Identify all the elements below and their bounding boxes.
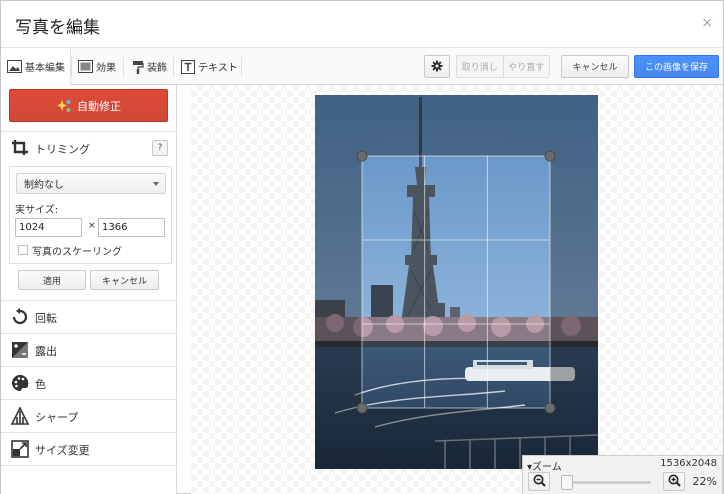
paint-roller-icon <box>132 60 144 74</box>
zoom-slider-thumb[interactable] <box>560 475 573 490</box>
tab-label: 効果 <box>96 63 116 74</box>
exposure-icon <box>10 340 30 360</box>
tab-divider <box>71 57 72 77</box>
section-sharpen[interactable]: シャープ <box>1 400 177 432</box>
zoom-out-icon <box>533 472 546 491</box>
sharpen-icon <box>10 406 30 426</box>
tab-text[interactable]: テキスト <box>181 48 238 85</box>
zoom-panel: ▾ズーム 1536x2048 22% <box>522 455 723 494</box>
photo-editor-window: 写真を編集 × 基本編集 効果 装飾 テキスト 取り消し やり直す キャンセル … <box>0 0 724 494</box>
zoom-slider-track[interactable] <box>561 481 651 484</box>
photo-preview <box>315 95 598 469</box>
effects-icon <box>78 60 93 73</box>
scale-photo-checkbox[interactable] <box>18 245 28 255</box>
section-crop-label: トリミング <box>35 143 90 156</box>
text-icon <box>181 59 195 74</box>
section-label: サイズ変更 <box>35 444 90 457</box>
auto-fix-button[interactable]: 自動修正 <box>9 89 168 122</box>
section-divider <box>1 465 177 466</box>
settings-button[interactable] <box>424 55 450 78</box>
section-color[interactable]: 色 <box>1 367 177 399</box>
tab-label: テキスト <box>198 63 238 74</box>
edit-sidebar: 自動修正 トリミング ? 制約なし 実サイズ: 1024 × 1366 写真のス… <box>1 85 177 494</box>
help-button[interactable]: ? <box>152 140 168 156</box>
tab-divider <box>123 57 124 77</box>
save-image-button[interactable]: この画像を保存 <box>634 55 719 78</box>
auto-fix-label: 自動修正 <box>77 99 121 113</box>
resize-icon <box>10 439 30 459</box>
zoom-in-button[interactable] <box>663 472 685 491</box>
image-dimensions: 1536x2048 <box>660 458 717 469</box>
tab-divider <box>173 57 174 77</box>
actual-size-label: 実サイズ: <box>15 205 59 216</box>
undo-redo-group: 取り消し やり直す <box>456 55 550 78</box>
section-label: 色 <box>35 378 46 391</box>
chevron-down-icon <box>153 182 159 186</box>
section-label: 回転 <box>35 312 57 325</box>
photo-icon <box>7 60 22 73</box>
undo-button[interactable]: 取り消し <box>457 56 503 77</box>
aspect-ratio-select[interactable]: 制約なし <box>16 173 166 194</box>
tab-effects[interactable]: 効果 <box>78 48 116 85</box>
section-resize[interactable]: サイズ変更 <box>1 433 177 465</box>
tab-label: 基本編集 <box>25 63 65 74</box>
tab-label: 装飾 <box>147 63 167 74</box>
editor-header: 写真を編集 × <box>1 1 723 47</box>
section-crop[interactable]: トリミング <box>1 132 177 164</box>
section-label: シャープ <box>35 411 79 424</box>
apply-button[interactable]: 適用 <box>18 270 86 290</box>
tab-divider <box>241 57 242 77</box>
sparkle-icon <box>56 99 72 113</box>
tab-decorate[interactable]: 装飾 <box>132 48 167 85</box>
crop-cancel-button[interactable]: キャンセル <box>90 270 159 290</box>
times-symbol: × <box>88 221 96 231</box>
crop-settings-panel: 制約なし 実サイズ: 1024 × 1366 写真のスケーリング <box>9 166 172 264</box>
cancel-button[interactable]: キャンセル <box>561 55 629 78</box>
crop-height-input[interactable]: 1366 <box>98 218 165 237</box>
section-rotate[interactable]: 回転 <box>1 301 177 333</box>
section-exposure[interactable]: 露出 <box>1 334 177 366</box>
zoom-percent: 22% <box>692 475 717 488</box>
zoom-out-button[interactable] <box>528 472 550 491</box>
section-label: 露出 <box>35 345 57 358</box>
crop-width-input[interactable]: 1024 <box>15 218 82 237</box>
editor-toolbar: 基本編集 効果 装飾 テキスト 取り消し やり直す キャンセル この画像を保存 <box>1 47 723 85</box>
tab-basic-edit[interactable]: 基本編集 <box>1 48 71 85</box>
rotate-icon <box>10 307 30 327</box>
scale-photo-label: 写真のスケーリング <box>32 247 122 258</box>
editor-title: 写真を編集 <box>15 18 100 38</box>
close-icon[interactable]: × <box>701 14 713 32</box>
crop-icon <box>10 138 30 158</box>
aspect-ratio-value: 制約なし <box>24 180 64 191</box>
photo-image <box>315 95 598 469</box>
redo-button[interactable]: やり直す <box>502 56 550 77</box>
gear-icon <box>431 57 443 76</box>
zoom-toggle[interactable]: ▾ズーム <box>527 458 562 473</box>
zoom-in-icon <box>668 472 681 491</box>
palette-icon <box>10 373 30 393</box>
